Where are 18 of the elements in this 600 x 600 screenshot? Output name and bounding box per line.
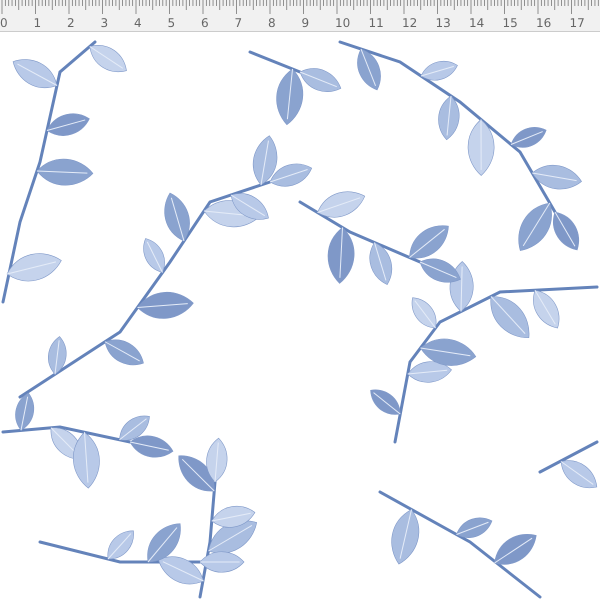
ruler-number: 9 [302,16,310,30]
ruler-number: 15 [502,16,519,30]
ruler-number: 12 [402,16,418,30]
ruler-number: 4 [134,16,143,30]
ruler-number: 8 [268,16,277,30]
ruler-number: 0 [0,16,9,30]
ruler-number: 17 [570,16,586,30]
ruler-number: 6 [201,16,210,30]
ruler-number: 14 [469,16,486,30]
ruler-number: 2 [67,16,76,30]
ruler-number: 10 [335,16,352,30]
ruler-number: 5 [168,16,176,30]
ruler-number: 7 [234,16,244,30]
ruler-number: 11 [368,16,385,30]
ruler-number: 16 [536,16,552,30]
ruler-number: 1 [34,16,42,30]
ruler-number: 3 [100,16,110,30]
ruler-number: 13 [436,16,452,30]
